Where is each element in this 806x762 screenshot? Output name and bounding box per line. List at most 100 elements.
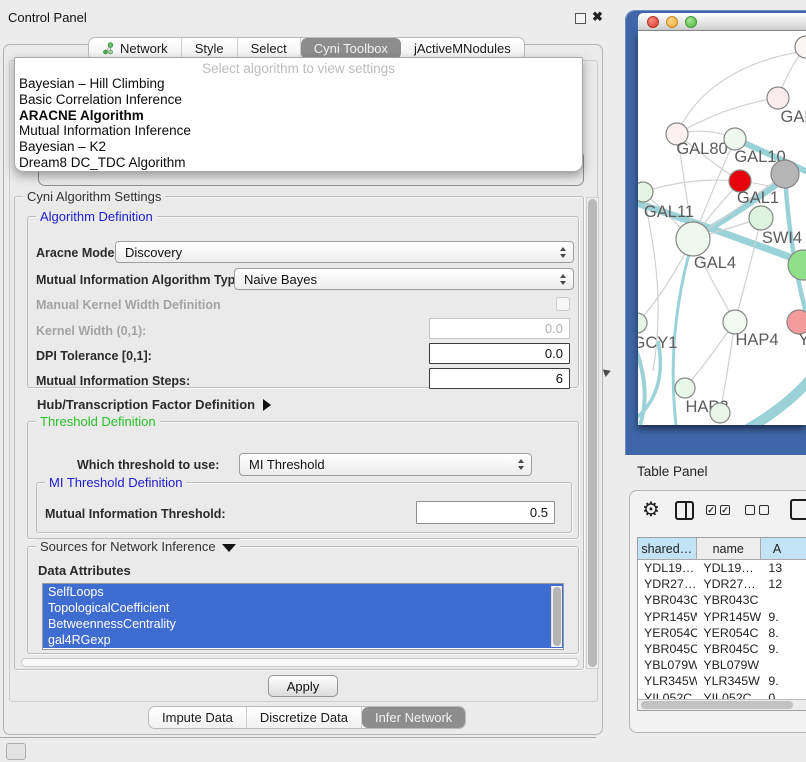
mi-threshold-input[interactable]: 0.5 — [416, 501, 555, 524]
threshold-definition-title: Threshold Definition — [36, 414, 160, 429]
mi-steps-input[interactable]: 6 — [429, 368, 570, 389]
tab-infer-network[interactable]: Infer Network — [362, 707, 465, 728]
minimize-traffic-light-icon[interactable] — [666, 16, 678, 28]
apply-button[interactable]: Apply — [268, 675, 338, 697]
attribute-item[interactable]: SelfLoops — [43, 584, 563, 600]
network-node-hap2[interactable] — [675, 378, 695, 398]
corner-mini-button[interactable] — [6, 743, 26, 760]
tab-impute-data[interactable]: Impute Data — [149, 707, 247, 728]
tab-jactivemnodules[interactable]: jActiveMNodules — [401, 38, 524, 59]
tab-cyni-toolbox[interactable]: Cyni Toolbox — [301, 38, 401, 59]
table-row[interactable]: YBR043CYBR043C — [638, 592, 806, 608]
tab-cyni-toolbox-label: Cyni Toolbox — [314, 41, 388, 56]
mouse-cursor — [603, 367, 612, 377]
network-canvas[interactable]: GALGAL80GAL10GAL1GAL11SWI4GAL4GCY1HAP4YH… — [638, 31, 806, 425]
network-view-window[interactable]: GALGAL80GAL10GAL1GAL11SWI4GAL4GCY1HAP4YH… — [625, 10, 806, 455]
tab-discretize-data[interactable]: Discretize Data — [247, 707, 362, 728]
column-header-name[interactable]: name — [697, 538, 761, 559]
network-node-label: GCY1 — [638, 334, 677, 352]
network-node-label: GAL80 — [676, 140, 727, 158]
table-row[interactable]: YBR045CYBR045C9. — [638, 641, 806, 657]
float-window-icon[interactable] — [575, 13, 586, 24]
gear-icon[interactable]: ⚙ — [642, 500, 660, 520]
table-tool-icon[interactable] — [790, 499, 806, 520]
close-icon[interactable]: ✖ — [592, 9, 603, 25]
network-node-label: Y — [798, 331, 806, 349]
aracne-mode-combobox[interactable]: Discovery — [115, 241, 574, 263]
network-node[interactable] — [771, 160, 799, 188]
which-threshold-combobox[interactable]: MI Threshold — [239, 453, 532, 476]
network-node-gal11[interactable] — [638, 182, 653, 202]
network-node[interactable] — [795, 36, 806, 58]
network-node-gal4[interactable] — [676, 222, 710, 256]
aracne-mode-label: Aracne Mode: — [36, 246, 119, 260]
node-table[interactable]: shared… name A YDL19…YDL19…13 YDR27…YDR2… — [637, 537, 806, 711]
unchecked-checkbox-icon[interactable] — [759, 505, 769, 515]
network-node-gal10[interactable] — [724, 128, 746, 150]
attribute-item[interactable]: TopologicalCoefficient — [43, 600, 563, 616]
tab-network[interactable]: Network — [89, 38, 182, 59]
network-node[interactable] — [710, 403, 730, 423]
table-row[interactable]: YLR345WYLR345W9. — [638, 673, 806, 689]
settings-horizontal-scrollbar[interactable] — [21, 658, 579, 667]
network-node-label: GAL1 — [737, 189, 779, 207]
network-node-label: GAL4 — [694, 254, 736, 272]
mi-type-label: Mutual Information Algorithm Type: — [36, 273, 246, 287]
network-node-swi4[interactable] — [749, 206, 773, 230]
algorithm-option[interactable]: Bayesian – K2 — [15, 139, 582, 155]
cyni-algorithm-settings-group: Cyni Algorithm Settings Algorithm Defini… — [14, 196, 584, 670]
unchecked-checkbox-icon[interactable] — [745, 505, 755, 515]
table-header-row: shared… name A — [638, 538, 806, 560]
settings-vertical-scrollbar[interactable] — [586, 197, 599, 669]
column-header-partial[interactable]: A — [761, 538, 806, 559]
mi-threshold-definition-title: MI Threshold Definition — [45, 475, 186, 490]
kernel-width-input[interactable]: 0.0 — [429, 318, 570, 339]
network-window-titlebar[interactable] — [638, 13, 806, 31]
algorithm-dropdown-list: Select algorithm to view settings Bayesi… — [14, 57, 583, 172]
tab-network-label: Network — [120, 41, 168, 56]
split-columns-icon[interactable] — [675, 501, 694, 520]
table-row[interactable]: YPR145WYPR145W9. — [638, 609, 806, 625]
collapse-arrow-icon[interactable] — [222, 544, 236, 552]
sources-title[interactable]: Sources for Network Inference — [36, 539, 240, 554]
tab-select-label: Select — [251, 41, 287, 56]
tab-style[interactable]: Style — [182, 38, 238, 59]
attribute-item[interactable]: BetweennessCentrality — [43, 616, 563, 632]
close-traffic-light-icon[interactable] — [647, 16, 659, 28]
network-node-gal[interactable] — [767, 87, 789, 109]
attributes-scrollbar[interactable] — [551, 586, 562, 647]
data-attributes-list[interactable]: SelfLoops TopologicalCoefficient Between… — [42, 583, 564, 650]
algorithm-definition-group: Algorithm Definition Aracne Mode: Discov… — [27, 216, 579, 388]
tab-select[interactable]: Select — [238, 38, 301, 59]
zoom-traffic-light-icon[interactable] — [685, 16, 697, 28]
dpi-tolerance-input[interactable]: 0.0 — [429, 343, 570, 364]
table-row[interactable]: YDL19…YDL19…13 — [638, 560, 806, 576]
table-row[interactable]: YER054CYER054C8. — [638, 625, 806, 641]
algorithm-definition-title: Algorithm Definition — [36, 209, 157, 224]
tab-infer-network-label: Infer Network — [375, 710, 452, 725]
aracne-mode-value: Discovery — [116, 245, 560, 260]
table-row[interactable]: YDR27…YDR27…12 — [638, 576, 806, 592]
expand-arrow-icon[interactable] — [263, 399, 271, 411]
hub-definition-section[interactable]: Hub/Transcription Factor Definition — [37, 396, 271, 414]
network-node-label: GAL — [780, 108, 806, 126]
table-horizontal-scrollbar[interactable] — [638, 699, 806, 710]
kernel-width-label: Kernel Width (0,1): — [36, 324, 146, 338]
column-header-shared-name[interactable]: shared… — [638, 538, 697, 559]
mi-type-combobox[interactable]: Naive Bayes — [234, 268, 574, 290]
algorithm-option[interactable]: Dream8 DC_TDC Algorithm — [15, 155, 582, 171]
algorithm-option[interactable]: Basic Correlation Inference — [15, 92, 582, 108]
mi-type-value: Naive Bayes — [235, 272, 560, 287]
checked-checkbox-icon[interactable]: ✓ — [720, 505, 730, 515]
algorithm-option[interactable]: Mutual Information Inference — [15, 123, 582, 139]
algorithm-option-selected[interactable]: ARACNE Algorithm — [15, 108, 582, 124]
manual-kernel-checkbox[interactable] — [556, 297, 570, 311]
algorithm-option[interactable]: Bayesian – Hill Climbing — [15, 76, 582, 92]
attribute-item[interactable]: gal4RGexp — [43, 632, 563, 648]
network-node-gcy1[interactable] — [638, 313, 647, 333]
checked-checkbox-icon[interactable]: ✓ — [706, 505, 716, 515]
table-row[interactable]: YBL079WYBL079W — [638, 657, 806, 673]
network-node-label: SWI4 — [762, 229, 802, 247]
hub-definition-label: Hub/Transcription Factor Definition — [37, 397, 255, 412]
tab-style-label: Style — [195, 41, 224, 56]
